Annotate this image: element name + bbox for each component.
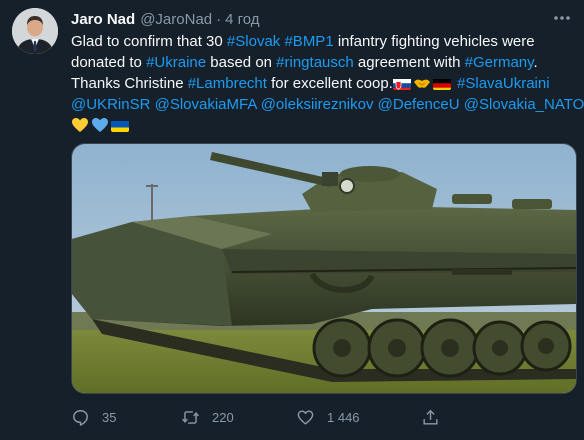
retweet-count: 220 [212, 409, 234, 425]
reply-button[interactable]: 35 [71, 408, 181, 427]
slovakia-flag-icon [392, 77, 411, 90]
handshake-icon [413, 75, 431, 91]
separator-dot: · [216, 10, 222, 28]
bmp1-vehicle-photo [72, 144, 576, 393]
tweet-timestamp[interactable]: 4 год [225, 11, 259, 28]
tweet-header: Jaro Nad @JaroNad · 4 год [71, 9, 554, 29]
more-options-icon[interactable] [550, 8, 574, 28]
like-button[interactable]: 1 446 [296, 408, 421, 427]
hashtag-link[interactable]: #Lambrecht [188, 75, 267, 92]
avatar[interactable] [12, 8, 58, 54]
tweet-text-segment: donated to [71, 54, 147, 71]
tweet-line-2: donated to #Ukraine based on #ringtausch… [71, 52, 571, 73]
tweet-text-segment: based on [206, 54, 277, 71]
tweet-line-1: Glad to confirm that 30 #Slovak #BMP1 in… [71, 31, 571, 52]
share-button[interactable] [421, 408, 440, 427]
like-count: 1 446 [327, 409, 360, 425]
hashtag-link[interactable]: #Ukraine [146, 54, 206, 71]
author-handle[interactable]: @JaroNad [140, 11, 212, 28]
tweet-text-segment: . [533, 54, 538, 71]
avatar-photo [12, 8, 58, 54]
retweet-icon [182, 410, 199, 424]
tweet-actions: 35 220 1 446 [71, 405, 501, 429]
tweet-media-image[interactable] [71, 143, 577, 394]
hashtag-link[interactable]: @Slovakia_NATO [464, 96, 584, 113]
tweet-text-segment: agreement with [353, 54, 465, 71]
blue-heart-icon [91, 117, 109, 133]
retweet-button[interactable]: 220 [181, 408, 296, 427]
tweet-card: Jaro Nad @JaroNad · 4 год Glad to confir… [0, 0, 584, 440]
share-icon [423, 409, 438, 425]
germany-flag-icon [432, 77, 451, 90]
tweet-text-segment: Glad to confirm that 30 [71, 33, 227, 50]
hashtag-link[interactable]: #BMP1 [284, 33, 333, 50]
author-name[interactable]: Jaro Nad [71, 11, 135, 28]
hashtag-link[interactable]: @DefenceU [378, 96, 460, 113]
reply-icon [73, 409, 88, 426]
tweet-line-5 [71, 115, 571, 136]
hashtag-link[interactable]: @UKRinSR [71, 96, 150, 113]
hashtag-link[interactable]: #SlavaUkraini [457, 75, 550, 92]
tweet-text-segment: for excellent coop. [266, 75, 393, 92]
tweet-line-4: @UKRinSR @SlovakiaMFA @oleksiireznikov @… [71, 94, 584, 115]
heart-icon [297, 409, 314, 425]
tweet-line-3: Thanks Christine #Lambrecht for excellen… [71, 73, 571, 94]
hashtag-link[interactable]: #ringtausch [276, 54, 354, 71]
tweet-text-segment: Thanks Christine [71, 75, 188, 92]
hashtag-link[interactable]: #Germany [465, 54, 534, 71]
tweet-text: Glad to confirm that 30 #Slovak #BMP1 in… [71, 31, 584, 136]
hashtag-link[interactable]: @SlovakiaMFA [155, 96, 257, 113]
tweet-text-segment: infantry fighting vehicles were [333, 33, 535, 50]
hashtag-link[interactable]: @oleksiireznikov [261, 96, 374, 113]
hashtag-link[interactable]: #Slovak [227, 33, 280, 50]
yellow-heart-icon [71, 117, 89, 133]
ukraine-flag-icon [111, 119, 129, 132]
reply-count: 35 [102, 409, 117, 425]
